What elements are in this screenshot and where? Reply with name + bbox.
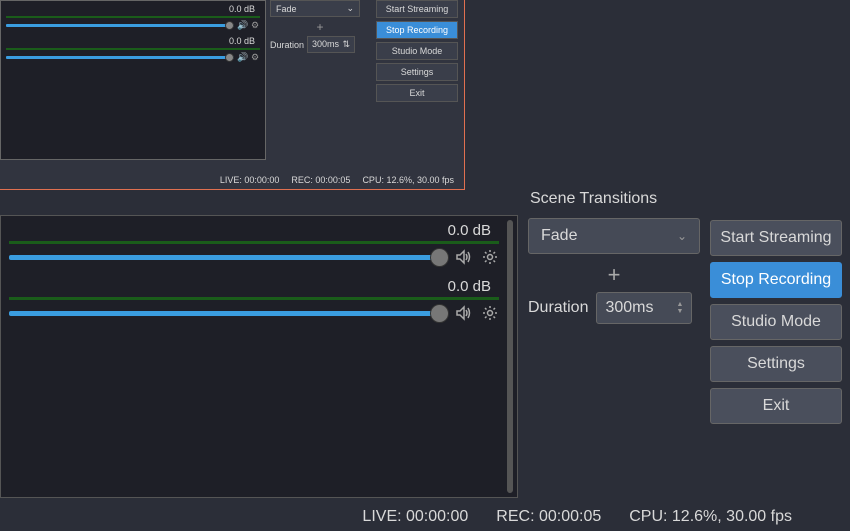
speaker-icon[interactable]: 🔊: [237, 20, 247, 30]
exit-button[interactable]: Exit: [710, 388, 842, 424]
gear-icon[interactable]: ⚙: [250, 20, 260, 30]
duration-label: Duration: [528, 299, 588, 317]
preview-db-label: 0.0 dB: [6, 36, 260, 46]
preview-duration-value: 300ms: [312, 39, 339, 50]
main-panel: 0.0 dB 0.0 dB Scene Transitions Fade ⌄: [0, 190, 850, 531]
audio-meter: [9, 297, 499, 300]
settings-button[interactable]: Settings: [710, 346, 842, 382]
preview-audio-track: 0.0 dB 🔊 ⚙: [1, 33, 265, 65]
transition-value: Fade: [541, 227, 577, 245]
preview-add-transition-button[interactable]: +: [270, 20, 370, 34]
status-bar: LIVE: 00:00:00 REC: 00:00:05 CPU: 12.6%,…: [0, 503, 850, 531]
preview-duration-label: Duration: [270, 40, 304, 50]
cpu-status: CPU: 12.6%, 30.00 fps: [629, 508, 792, 526]
slider-thumb[interactable]: [225, 21, 234, 30]
preview-rec-status: REC: 00:00:05: [291, 175, 350, 185]
preview-screenshot: 0.0 dB 🔊 ⚙ 0.0 dB 🔊 ⚙ F: [0, 0, 465, 190]
audio-track: 0.0 dB: [1, 272, 517, 328]
stop-recording-button[interactable]: Stop Recording: [710, 262, 842, 298]
preview-duration-spinner[interactable]: 300ms ⇅: [307, 36, 355, 53]
live-status: LIVE: 00:00:00: [362, 508, 468, 526]
studio-mode-button[interactable]: Studio Mode: [710, 304, 842, 340]
preview-controls-column: Start Streaming Stop Recording Studio Mo…: [376, 0, 458, 102]
slider-thumb[interactable]: [225, 53, 234, 62]
speaker-icon[interactable]: [455, 248, 473, 266]
gear-icon[interactable]: ⚙: [250, 52, 260, 62]
scene-transitions-panel: Scene Transitions Fade ⌄ + Duration 300m…: [528, 190, 700, 324]
preview-transition-select[interactable]: Fade ⌄: [270, 0, 360, 17]
scene-transitions-title: Scene Transitions: [528, 190, 700, 208]
start-streaming-button[interactable]: Start Streaming: [710, 220, 842, 256]
chevron-down-icon: ⌄: [677, 229, 687, 243]
spinner-arrows-icon: ▲▼: [677, 301, 684, 315]
duration-spinner[interactable]: 300ms ▲▼: [596, 292, 692, 324]
db-label: 0.0 dB: [9, 222, 499, 239]
slider-thumb[interactable]: [430, 248, 449, 267]
chevron-down-icon: ⌄: [346, 3, 354, 14]
controls-column: Start Streaming Stop Recording Studio Mo…: [710, 220, 842, 424]
preview-audio-meter: [6, 48, 260, 50]
preview-volume-slider[interactable]: [6, 24, 234, 27]
scrollbar[interactable]: [507, 220, 513, 493]
rec-status: REC: 00:00:05: [496, 508, 601, 526]
slider-thumb[interactable]: [430, 304, 449, 323]
gear-icon[interactable]: [481, 304, 499, 322]
preview-exit-button[interactable]: Exit: [376, 84, 458, 102]
preview-cpu-status: CPU: 12.6%, 30.00 fps: [362, 175, 454, 185]
preview-transitions-panel: Fade ⌄ + Duration 300ms ⇅: [270, 0, 370, 53]
audio-meter: [9, 241, 499, 244]
db-label: 0.0 dB: [9, 278, 499, 295]
volume-slider[interactable]: [9, 311, 447, 316]
preview-start-streaming-button[interactable]: Start Streaming: [376, 0, 458, 18]
add-transition-button[interactable]: +: [528, 262, 700, 288]
preview-live-status: LIVE: 00:00:00: [220, 175, 280, 185]
duration-value: 300ms: [605, 299, 653, 317]
preview-transition-value: Fade: [276, 4, 297, 14]
preview-status-bar: LIVE: 00:00:00 REC: 00:00:05 CPU: 12.6%,…: [0, 171, 464, 189]
spinner-arrows-icon: ⇅: [342, 39, 350, 50]
gear-icon[interactable]: [481, 248, 499, 266]
transition-select[interactable]: Fade ⌄: [528, 218, 700, 254]
preview-mixer-panel: 0.0 dB 🔊 ⚙ 0.0 dB 🔊 ⚙: [0, 0, 266, 160]
volume-slider[interactable]: [9, 255, 447, 260]
preview-audio-meter: [6, 16, 260, 18]
speaker-icon[interactable]: 🔊: [237, 52, 247, 62]
audio-mixer-panel: 0.0 dB 0.0 dB: [0, 215, 518, 498]
preview-audio-track: 0.0 dB 🔊 ⚙: [1, 1, 265, 33]
speaker-icon[interactable]: [455, 304, 473, 322]
preview-settings-button[interactable]: Settings: [376, 63, 458, 81]
preview-volume-slider[interactable]: [6, 56, 234, 59]
preview-stop-recording-button[interactable]: Stop Recording: [376, 21, 458, 39]
preview-db-label: 0.0 dB: [6, 4, 260, 14]
audio-track: 0.0 dB: [1, 216, 517, 272]
preview-studio-mode-button[interactable]: Studio Mode: [376, 42, 458, 60]
